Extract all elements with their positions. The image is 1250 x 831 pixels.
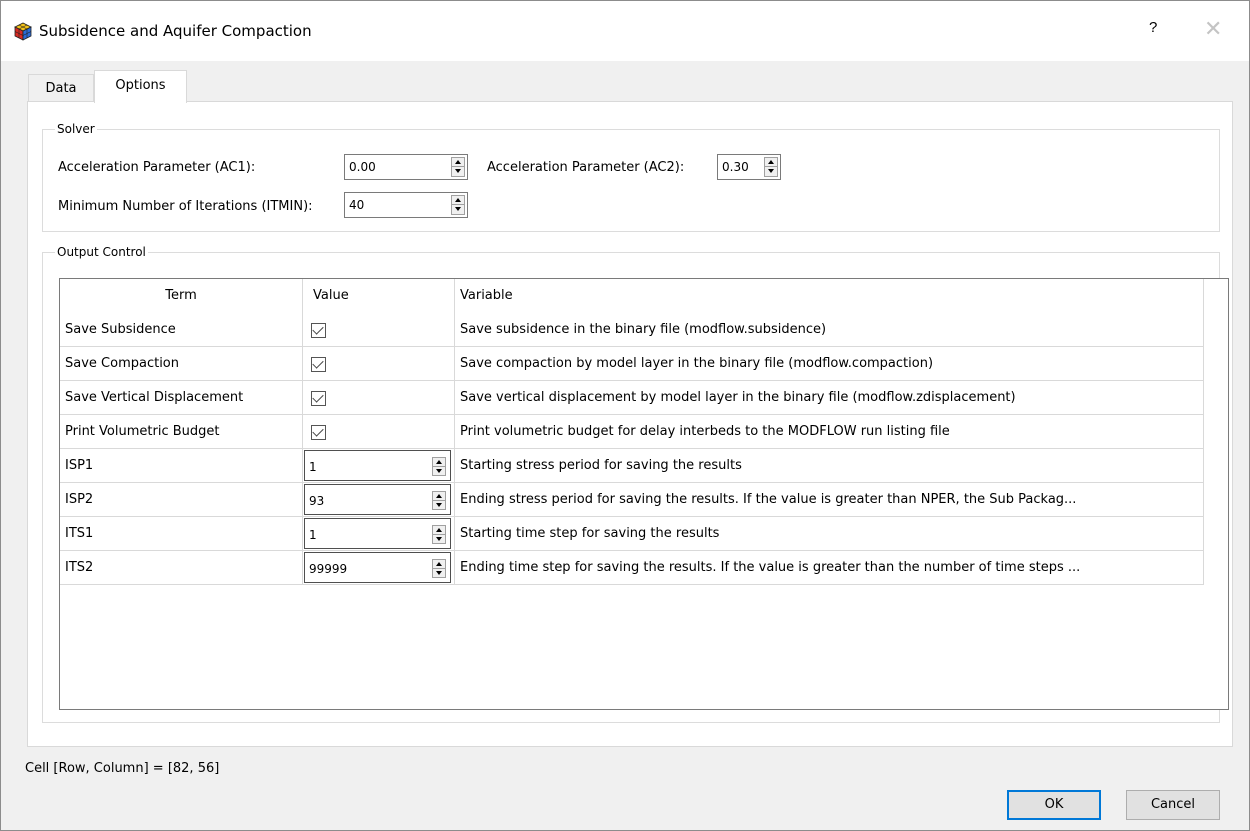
app-grid-icon <box>14 22 32 41</box>
variable-column-header: Variable <box>455 279 1204 313</box>
help-button[interactable]: ? <box>1149 19 1157 36</box>
itmin-spinbox[interactable]: 40 <box>344 192 468 218</box>
variable-cell: Print volumetric budget for delay interb… <box>455 415 1204 449</box>
spin-down-icon <box>455 169 461 173</box>
variable-cell: Ending time step for saving the results.… <box>455 551 1204 585</box>
isp2-spinbox[interactable]: 93 <box>304 484 451 515</box>
table-row[interactable]: Save Vertical Displacement Save vertical… <box>60 381 1204 415</box>
ac1-spinbox[interactable]: 0.00 <box>344 154 468 180</box>
table-row[interactable]: Save Compaction Save compaction by model… <box>60 347 1204 381</box>
its1-value: 1 <box>309 528 317 542</box>
value-column-header: Value <box>303 279 455 313</box>
close-button[interactable]: ✕ <box>1204 16 1222 42</box>
output-control-grid[interactable]: Term Value Variable Save Subsidence Save… <box>59 278 1229 710</box>
table-row[interactable]: ISP2 93 Ending stress period for saving … <box>60 483 1204 517</box>
window-title: Subsidence and Aquifer Compaction <box>39 22 312 40</box>
value-cell[interactable] <box>303 347 455 381</box>
output-control-group-label: Output Control <box>55 244 148 260</box>
ac2-spinbox[interactable]: 0.30 <box>717 154 781 180</box>
isp2-spin-buttons[interactable] <box>432 491 446 510</box>
spin-up-icon <box>455 198 461 202</box>
spin-up-icon <box>436 528 442 532</box>
ac1-value: 0.00 <box>349 160 376 174</box>
spin-down-icon <box>436 537 442 541</box>
term-cell: Save Compaction <box>60 347 303 381</box>
checkbox-checked-icon[interactable] <box>311 391 326 406</box>
value-cell[interactable]: 93 <box>303 483 455 517</box>
table-row[interactable]: Print Volumetric Budget Print volumetric… <box>60 415 1204 449</box>
options-panel: Solver Acceleration Parameter (AC1): 0.0… <box>27 101 1233 747</box>
spin-down-icon <box>455 207 461 211</box>
spin-down-icon <box>768 169 774 173</box>
term-cell: Save Vertical Displacement <box>60 381 303 415</box>
term-column-header: Term <box>60 279 303 313</box>
term-cell: Save Subsidence <box>60 313 303 347</box>
itmin-label: Minimum Number of Iterations (ITMIN): <box>58 199 313 214</box>
spin-up-icon <box>436 494 442 498</box>
ac1-label: Acceleration Parameter (AC1): <box>58 160 256 175</box>
cancel-button[interactable]: Cancel <box>1126 790 1220 820</box>
value-cell[interactable] <box>303 313 455 347</box>
spin-up-icon <box>436 460 442 464</box>
title-bar: Subsidence and Aquifer Compaction ? ✕ <box>1 1 1249 61</box>
checkbox-checked-icon[interactable] <box>311 357 326 372</box>
spin-down-icon <box>436 571 442 575</box>
itmin-value: 40 <box>349 198 365 212</box>
ac2-value: 0.30 <box>722 160 749 174</box>
spin-down-icon <box>436 469 442 473</box>
variable-cell: Save vertical displacement by model laye… <box>455 381 1204 415</box>
variable-cell: Ending stress period for saving the resu… <box>455 483 1204 517</box>
its1-spinbox[interactable]: 1 <box>304 518 451 549</box>
variable-cell: Starting stress period for saving the re… <box>455 449 1204 483</box>
term-cell: ISP1 <box>60 449 303 483</box>
tab-data[interactable]: Data <box>28 74 94 102</box>
its2-spin-buttons[interactable] <box>432 559 446 578</box>
spin-down-icon <box>436 503 442 507</box>
ok-button[interactable]: OK <box>1007 790 1101 820</box>
ac2-label: Acceleration Parameter (AC2): <box>487 160 685 175</box>
grid-header-row: Term Value Variable <box>60 279 1204 313</box>
isp1-spinbox[interactable]: 1 <box>304 450 451 481</box>
spin-up-icon <box>436 562 442 566</box>
table-row[interactable]: ITS2 99999 Ending time step for saving t… <box>60 551 1204 585</box>
spin-up-icon <box>768 160 774 164</box>
isp1-value: 1 <box>309 460 317 474</box>
term-cell: Print Volumetric Budget <box>60 415 303 449</box>
itmin-spin-buttons[interactable] <box>451 195 465 215</box>
checkbox-checked-icon[interactable] <box>311 425 326 440</box>
solver-group: Solver <box>42 121 1220 232</box>
spin-up-icon <box>455 160 461 164</box>
isp2-value: 93 <box>309 494 325 508</box>
value-cell[interactable]: 1 <box>303 517 455 551</box>
term-cell: ITS1 <box>60 517 303 551</box>
solver-group-label: Solver <box>55 121 97 137</box>
value-cell[interactable]: 99999 <box>303 551 455 585</box>
its2-value: 99999 <box>309 562 348 576</box>
table-row[interactable]: Save Subsidence Save subsidence in the b… <box>60 313 1204 347</box>
value-cell[interactable] <box>303 381 455 415</box>
its1-spin-buttons[interactable] <box>432 525 446 544</box>
variable-cell: Save subsidence in the binary file (modf… <box>455 313 1204 347</box>
term-cell: ITS2 <box>60 551 303 585</box>
variable-cell: Save compaction by model layer in the bi… <box>455 347 1204 381</box>
dialog-window: Subsidence and Aquifer Compaction ? ✕ Da… <box>0 0 1250 831</box>
tab-options[interactable]: Options <box>94 70 187 103</box>
isp1-spin-buttons[interactable] <box>432 457 446 476</box>
variable-cell: Starting time step for saving the result… <box>455 517 1204 551</box>
table-row[interactable]: ITS1 1 Starting time step for saving the… <box>60 517 1204 551</box>
ac1-spin-buttons[interactable] <box>451 157 465 177</box>
cell-status-text: Cell [Row, Column] = [82, 56] <box>25 761 220 776</box>
value-cell[interactable]: 1 <box>303 449 455 483</box>
checkbox-checked-icon[interactable] <box>311 323 326 338</box>
value-cell[interactable] <box>303 415 455 449</box>
ac2-spin-buttons[interactable] <box>764 157 778 177</box>
its2-spinbox[interactable]: 99999 <box>304 552 451 583</box>
term-cell: ISP2 <box>60 483 303 517</box>
table-row[interactable]: ISP1 1 Starting stress period for saving… <box>60 449 1204 483</box>
